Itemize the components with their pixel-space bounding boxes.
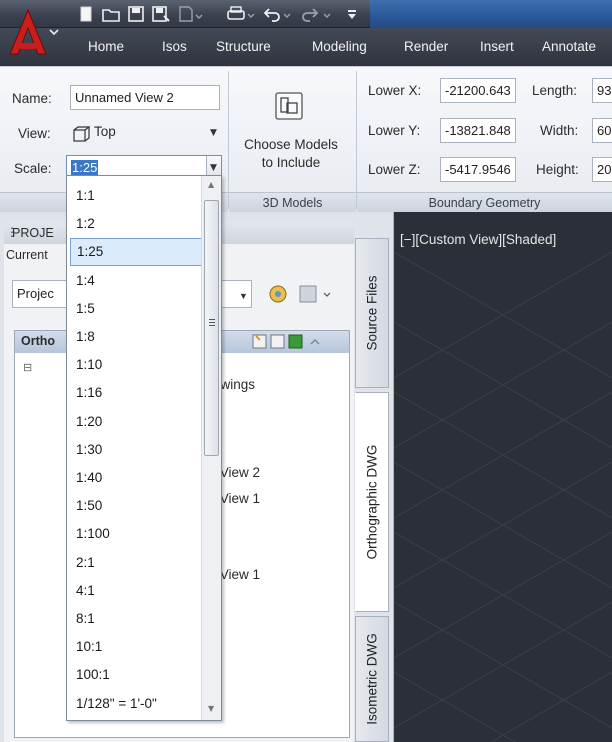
scale-option[interactable]: 1:30 xyxy=(70,436,202,464)
tree-toolbar-icons[interactable] xyxy=(251,334,341,350)
tab-orthographic-dwg[interactable]: Orthographic DWG xyxy=(355,392,389,612)
save-as-icon[interactable] xyxy=(152,6,170,22)
title-bar xyxy=(0,0,612,28)
project-combo-arrow-icon: ▼ xyxy=(239,291,248,301)
current-project-label: Current xyxy=(6,248,48,262)
lower-z-label: Lower Z: xyxy=(368,162,421,177)
save-icon[interactable] xyxy=(128,6,144,22)
view-direction-combo[interactable]: Top ▼ xyxy=(70,122,225,146)
autocad-logo-icon xyxy=(9,8,59,55)
tree-collapse-icon[interactable]: ⊟ xyxy=(23,361,32,374)
scale-option[interactable]: 1:20 xyxy=(70,408,202,436)
isometric-grid xyxy=(394,251,612,742)
scroll-down-icon[interactable]: ▼ xyxy=(208,704,214,713)
height-field[interactable]: 20 xyxy=(592,157,612,182)
width-field[interactable]: 60 xyxy=(592,118,612,143)
plot-preview-icon[interactable] xyxy=(178,6,204,22)
view-combo-arrow-icon: ▼ xyxy=(210,128,217,138)
tab-isometric-dwg[interactable]: Isometric DWG xyxy=(355,616,389,742)
tab-structure[interactable]: Structure xyxy=(216,28,271,66)
scale-option[interactable]: 1:100 xyxy=(70,520,202,548)
tab-modeling[interactable]: Modeling xyxy=(312,28,367,66)
tab-isos[interactable]: Isos xyxy=(162,28,187,66)
scale-option[interactable]: 4:1 xyxy=(70,577,202,605)
tab-home[interactable]: Home xyxy=(88,28,124,66)
height-label: Height: xyxy=(536,162,579,177)
width-label: Width: xyxy=(540,123,579,138)
tab-orthographic-dwg-label: Orthographic DWG xyxy=(364,444,380,560)
lower-z-field[interactable]: -5417.9546 xyxy=(440,157,516,182)
palette-tabs: Source Files Orthographic DWG Isometric … xyxy=(355,224,391,742)
view-label: View: xyxy=(18,126,51,141)
scale-option[interactable]: 8:1 xyxy=(70,605,202,633)
undo-icon[interactable] xyxy=(262,6,292,22)
tab-source-files-label: Source Files xyxy=(364,275,380,351)
tab-isometric-dwg-label: Isometric DWG xyxy=(364,633,380,725)
scale-option[interactable]: 1:50 xyxy=(70,492,202,520)
lower-y-label: Lower Y: xyxy=(368,123,421,138)
scale-option[interactable]: 10:1 xyxy=(70,633,202,661)
ribbon-tab-row: Home Isos Structure Modeling Render Inse… xyxy=(0,28,612,66)
scale-option[interactable]: 1/128" = 1'-0" xyxy=(70,690,202,718)
scale-option[interactable]: 100:1 xyxy=(70,661,202,689)
scale-option[interactable]: 1:4 xyxy=(70,267,202,295)
scale-option[interactable]: 1:5 xyxy=(70,295,202,323)
tab-insert[interactable]: Insert xyxy=(480,28,514,66)
scale-arrow-icon: ▼ xyxy=(210,163,217,173)
scale-option[interactable]: 1:10 xyxy=(70,351,202,379)
scroll-up-icon[interactable]: ▲ xyxy=(208,180,214,189)
3d-models-panel-title: 3D Models xyxy=(229,192,356,212)
choose-models-button[interactable]: Choose Models to Include xyxy=(232,81,350,185)
choose-models-icon xyxy=(275,92,303,120)
qat-menu-icon[interactable] xyxy=(346,6,358,22)
new-icon[interactable] xyxy=(78,6,94,22)
scale-option[interactable]: 1:25 xyxy=(70,238,202,267)
choose-models-line1: Choose Models xyxy=(244,137,338,152)
print-icon[interactable] xyxy=(226,6,256,22)
thumb-grip-icon xyxy=(209,319,215,320)
scale-option[interactable]: 1:16 xyxy=(70,379,202,407)
lower-y-field[interactable]: -13821.848 xyxy=(440,118,516,143)
scale-option[interactable]: 2:1 xyxy=(70,549,202,577)
view-name-field[interactable]: Unnamed View 2 xyxy=(70,85,220,110)
palette-title: PROJE xyxy=(12,226,54,240)
scale-dropdown-list: 1:1 1:2 1:25 1:4 1:5 1:8 1:10 1:16 1:20 1:30 1:40 1… xyxy=(66,175,222,721)
open-icon[interactable] xyxy=(102,6,120,22)
length-label: Length: xyxy=(532,83,578,98)
scale-combo-value: 1:25 xyxy=(71,160,99,175)
choose-models-line2: to Include xyxy=(261,155,321,170)
lower-x-label: Lower X: xyxy=(368,83,422,98)
scale-label: Scale: xyxy=(14,161,52,176)
application-menu-button[interactable] xyxy=(6,6,66,62)
scale-option[interactable]: 1:8 xyxy=(70,323,202,351)
panel-separator xyxy=(228,71,229,209)
viewport-controls-label[interactable]: [−][Custom View][Shaded] xyxy=(400,232,556,247)
scrollbar-thumb[interactable] xyxy=(204,200,219,456)
tree-panel-title: Ortho xyxy=(21,334,56,348)
dropdown-scrollbar[interactable]: ▲ ▼ xyxy=(201,176,221,720)
project-combo-value: Projec xyxy=(17,286,54,301)
length-field[interactable]: 93 xyxy=(592,78,612,103)
title-bar-caption-area xyxy=(370,0,612,28)
tab-annotate[interactable]: Annotate xyxy=(542,28,596,66)
name-label: Name: xyxy=(12,91,52,106)
scale-option[interactable]: 1:1 xyxy=(70,182,202,210)
panel-separator xyxy=(356,71,357,209)
scale-option[interactable]: 1:40 xyxy=(70,464,202,492)
tab-source-files[interactable]: Source Files xyxy=(355,238,389,388)
tab-render[interactable]: Render xyxy=(404,28,448,66)
scale-option[interactable]: 1:2 xyxy=(70,210,202,238)
redo-icon[interactable] xyxy=(300,6,340,22)
lower-x-field[interactable]: -21200.643 xyxy=(440,78,516,103)
project-menu-icon[interactable] xyxy=(298,282,338,306)
project-setup-icon[interactable] xyxy=(266,282,290,306)
top-view-cube-icon xyxy=(73,126,90,142)
drawing-viewport[interactable]: [−][Custom View][Shaded] xyxy=(394,212,612,742)
view-direction-value: Top xyxy=(94,124,116,139)
boundary-geometry-panel-title: Boundary Geometry xyxy=(357,192,612,212)
